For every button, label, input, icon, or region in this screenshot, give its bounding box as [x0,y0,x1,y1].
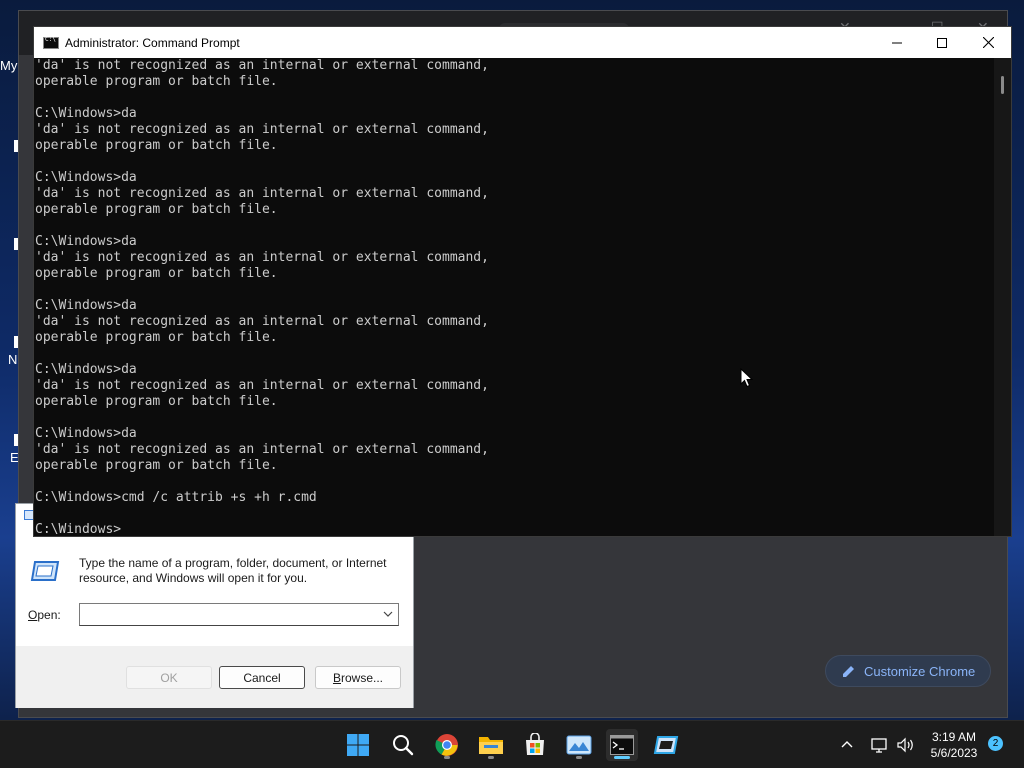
volume-icon[interactable] [896,736,916,754]
clock-time: 3:19 AM [931,730,977,744]
console-line: C:\Windows>da [35,362,137,377]
customize-chrome-label: Customize Chrome [864,663,976,679]
console-line: operable program or batch file. [35,394,278,409]
notification-badge[interactable]: 2 [988,736,1003,751]
running-indicator [488,756,494,759]
active-indicator [614,756,630,759]
console-line: C:\Windows>da [35,298,137,313]
start-button[interactable] [342,729,374,761]
console-line: operable program or batch file. [35,330,278,345]
minimize-icon [892,42,902,43]
cancel-button[interactable]: Cancel [219,666,305,689]
console-line: 'da' is not recognized as an internal or… [35,186,489,201]
close-icon [982,37,994,48]
maximize-icon [937,37,947,48]
customize-chrome-button[interactable]: Customize Chrome [825,655,991,687]
chevron-down-icon[interactable] [382,607,394,621]
cmd-window-title: Administrator: Command Prompt [65,35,240,50]
open-input[interactable] [80,604,376,625]
minimize-button[interactable] [874,27,920,58]
console-line: 'da' is not recognized as an internal or… [35,122,489,137]
console-line: C:\Windows> [35,522,122,536]
running-indicator [444,756,450,759]
system-clock[interactable]: 3:19 AM 5/6/2023 [924,729,984,761]
clock-date: 5/6/2023 [930,746,978,760]
console-line: C:\Windows>da [35,170,137,185]
taskbar-file-explorer[interactable] [475,729,507,761]
console-line: operable program or batch file. [35,458,278,473]
pencil-icon [843,666,854,677]
taskbar: 3:19 AM 5/6/2023 [0,720,1024,768]
browse-button[interactable]: Browse... [315,666,401,689]
console-line: C:\Windows>cmd /c attrib +s +h r.cmd [35,490,317,505]
console-line: 'da' is not recognized as an internal or… [35,378,489,393]
run-description: Type the name of a program, folder, docu… [79,556,387,585]
taskbar-chrome[interactable] [431,729,463,761]
chevron-up-icon[interactable] [838,736,856,754]
file-explorer-icon [479,737,503,754]
photos-icon [566,735,592,755]
desktop-icon-label-fragment[interactable]: My [0,58,17,73]
run-app-icon [30,561,60,581]
taskbar-photos[interactable] [563,729,595,761]
console-line: 'da' is not recognized as an internal or… [35,314,489,329]
console-line: operable program or batch file. [35,202,278,217]
ok-button[interactable]: OK [126,666,212,689]
command-prompt-window[interactable]: Administrator: Command Prompt 'da' is no… [33,26,1012,537]
running-indicator [576,756,582,759]
network-icon[interactable] [870,736,890,754]
console-output[interactable]: 'da' is not recognized as an internal or… [34,58,996,536]
search-button[interactable] [387,729,419,761]
cmd-title-bar[interactable]: Administrator: Command Prompt [34,27,1011,58]
vertical-scrollbar[interactable] [994,58,1011,536]
maximize-button[interactable] [919,27,965,58]
open-combobox[interactable] [79,603,399,626]
open-label: Open: [28,608,61,622]
command-prompt-icon [610,735,634,755]
mouse-pointer-icon [740,368,753,388]
search-icon [393,735,414,756]
console-line: operable program or batch file. [35,74,278,89]
desktop-icon-label-fragment[interactable]: N [8,352,17,367]
taskbar-command-prompt[interactable] [606,729,638,761]
console-line: 'da' is not recognized as an internal or… [35,250,489,265]
chrome-icon [435,734,458,756]
console-line: operable program or batch file. [35,138,278,153]
taskbar-run[interactable] [650,729,682,761]
console-line: C:\Windows>da [35,426,137,441]
windows-start-icon [347,734,369,756]
command-prompt-icon [43,36,59,49]
console-line: 'da' is not recognized as an internal or… [35,442,489,457]
taskbar-microsoft-store[interactable] [519,729,551,761]
console-line: C:\Windows>da [35,234,137,249]
run-icon [653,736,679,754]
console-line: C:\Windows>da [35,106,137,121]
microsoft-store-icon [526,733,544,755]
scrollbar-thumb[interactable] [1001,76,1004,94]
console-line: operable program or batch file. [35,266,278,281]
close-button[interactable] [965,27,1011,58]
console-line: 'da' is not recognized as an internal or… [35,58,489,73]
